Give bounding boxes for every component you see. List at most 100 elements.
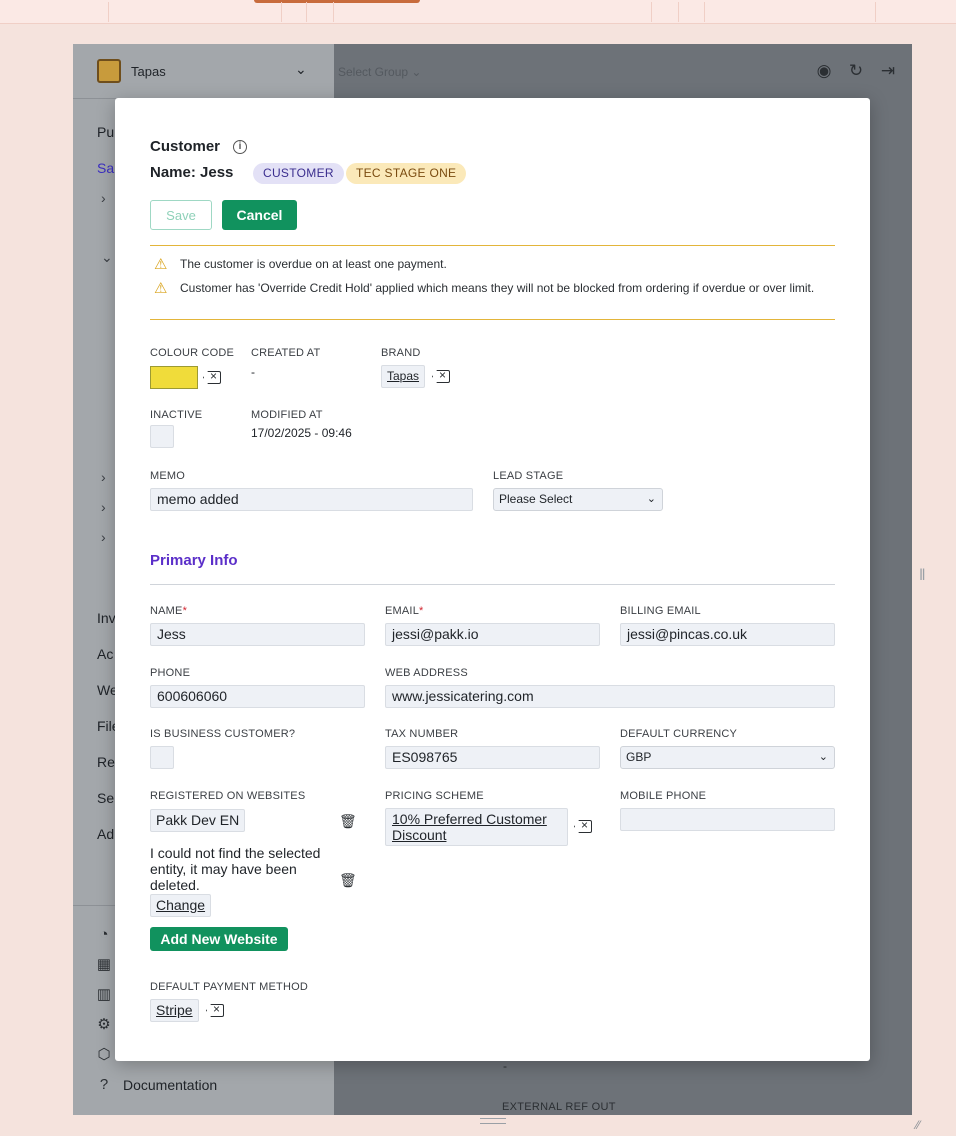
refresh-icon[interactable]: ↻ [846,61,866,81]
chevron-right-icon[interactable]: › [101,190,106,206]
phone-input[interactable]: 600606060 [150,685,365,708]
tab-divider [875,2,876,22]
save-button[interactable]: Save [150,200,212,230]
lead-stage-value: Please Select [499,492,573,506]
active-tab-indicator [254,0,420,3]
pie-chart-icon[interactable]: ◔ [95,926,113,944]
chevron-down-icon: ⌄ [646,493,656,505]
cancel-button[interactable]: Cancel [222,200,297,230]
lead-stage-select[interactable]: Please Select ⌄ [493,488,663,511]
brand-name: Tapas [131,64,166,79]
warning-text: The customer is overdue on at least one … [180,257,447,271]
warning-row: ⚠ Customer has 'Override Credit Hold' ap… [154,281,820,297]
tab-divider [651,2,652,22]
default-currency-label: DEFAULT CURRENCY [620,728,738,740]
chevron-right-icon[interactable]: › [101,499,106,515]
colour-code-label: COLOUR CODE [150,347,235,359]
created-at-value: - [251,365,255,379]
memo-input[interactable]: memo added [150,488,473,511]
name-input[interactable]: Jess [150,623,365,646]
tab-divider [333,2,334,22]
registered-site-chip[interactable]: Pakk Dev EN [150,809,246,832]
trash-icon[interactable]: 🗑 [339,872,357,888]
group-selector[interactable]: Select Group ⌄ [338,65,421,79]
bar-chart-icon[interactable]: ▥ [95,986,113,1004]
sidebar-item-inventory[interactable]: Inv [97,610,116,626]
email-input[interactable]: jessi@pakk.io [385,623,600,646]
name-heading-label: Name: [150,164,196,181]
chevron-down-icon[interactable]: ⌄ [295,61,307,78]
email-label-text: EMAIL [385,605,420,617]
chevron-down-icon: ⌄ [818,751,828,763]
payment-method-chip[interactable]: Stripe [150,999,199,1022]
warning-icon: ⚠ [154,256,168,273]
clear-icon[interactable] [206,1004,224,1017]
background-label: EXTERNAL REF OUT [502,1101,616,1113]
clear-icon[interactable] [203,371,221,384]
clear-icon[interactable] [574,820,592,833]
tab-divider [108,2,109,22]
group-selector-label: Select Group [338,65,409,79]
billing-email-input[interactable]: jessi@pincas.co.uk [620,623,835,646]
is-business-checkbox[interactable] [150,746,174,769]
clear-icon[interactable] [432,370,450,383]
avatar[interactable]: ◉ [814,61,834,81]
package-icon[interactable]: ⬡ [95,1046,113,1064]
change-link[interactable]: Change [150,894,212,917]
default-currency-value: GBP [626,750,652,764]
customer-modal: Customer i Name: Jess CUSTOMER TEC STAGE… [115,98,870,1061]
gear-icon[interactable]: ⚙ [95,1016,113,1034]
chevron-right-icon[interactable]: › [101,529,106,545]
chevron-right-icon[interactable]: › [101,469,106,485]
tab-divider [281,2,282,22]
tax-number-label: TAX NUMBER [385,728,459,740]
trash-icon[interactable]: 🗑 [339,813,357,829]
corner-resize-grip[interactable]: ⁄⁄ [916,1118,920,1132]
chevron-down-icon[interactable]: ⌄ [101,249,113,266]
name-heading-value: Jess [200,164,234,181]
pricing-scheme-label: PRICING SCHEME [385,790,484,802]
calendar-icon[interactable]: ▦ [95,956,113,974]
warning-row: ⚠ The customer is overdue on at least on… [154,257,820,273]
browser-tab-strip [0,0,956,24]
web-address-input[interactable]: www.jessicatering.com [385,685,835,708]
colour-code-swatch[interactable] [150,366,198,389]
required-marker: * [419,605,424,617]
inactive-label: INACTIVE [150,409,203,421]
add-website-button[interactable]: Add New Website [150,927,288,951]
mobile-phone-input[interactable] [620,808,835,831]
panel-resize-handle[interactable]: ‖ [919,567,926,585]
bottom-resize-grip[interactable] [480,1118,506,1124]
documentation-link[interactable]: Documentation [123,1077,217,1093]
info-icon[interactable]: i [233,140,247,154]
default-currency-select[interactable]: GBP ⌄ [620,746,835,769]
name-label: NAME* [150,605,187,617]
brand-logo [97,59,121,83]
tax-number-input[interactable]: ES098765 [385,746,600,769]
sidebar-item-reports[interactable]: Re [97,754,115,770]
payment-method-label: DEFAULT PAYMENT METHOD [150,981,309,993]
pricing-scheme-chip[interactable]: 10% Preferred Customer Discount [385,808,568,846]
inactive-checkbox[interactable] [150,425,174,448]
sidebar-item-admin[interactable]: Ad [97,826,114,842]
brand-label: BRAND [381,347,421,359]
phone-label: PHONE [150,667,191,679]
modified-at-label: MODIFIED AT [251,409,323,421]
logout-icon[interactable]: ⇥ [878,61,898,81]
topbar-actions: ◉ ↻ ⇥ [814,61,898,81]
sidebar-item-purchases[interactable]: Pu [97,124,114,140]
brand-chip[interactable]: Tapas [381,365,426,388]
lead-stage-label: LEAD STAGE [493,470,564,482]
section-title-primary-info: Primary Info [150,552,238,569]
registered-websites-label: REGISTERED ON WEBSITES [150,790,306,802]
sidebar-item-settings[interactable]: Se [97,790,114,806]
help-icon[interactable]: ? [95,1076,113,1094]
warning-icon: ⚠ [154,280,168,297]
sidebar-item-accounts[interactable]: Ac [97,646,113,662]
entity-missing-text: I could not find the selected entity, it… [150,845,321,893]
sidebar-item-sales[interactable]: Sa [97,160,114,176]
warning-text: Customer has 'Override Credit Hold' appl… [180,281,815,295]
modified-at-value: 17/02/2025 - 09:46 [251,426,352,440]
brand-switcher[interactable]: Tapas ⌄ [73,44,334,99]
web-address-label: WEB ADDRESS [385,667,468,679]
